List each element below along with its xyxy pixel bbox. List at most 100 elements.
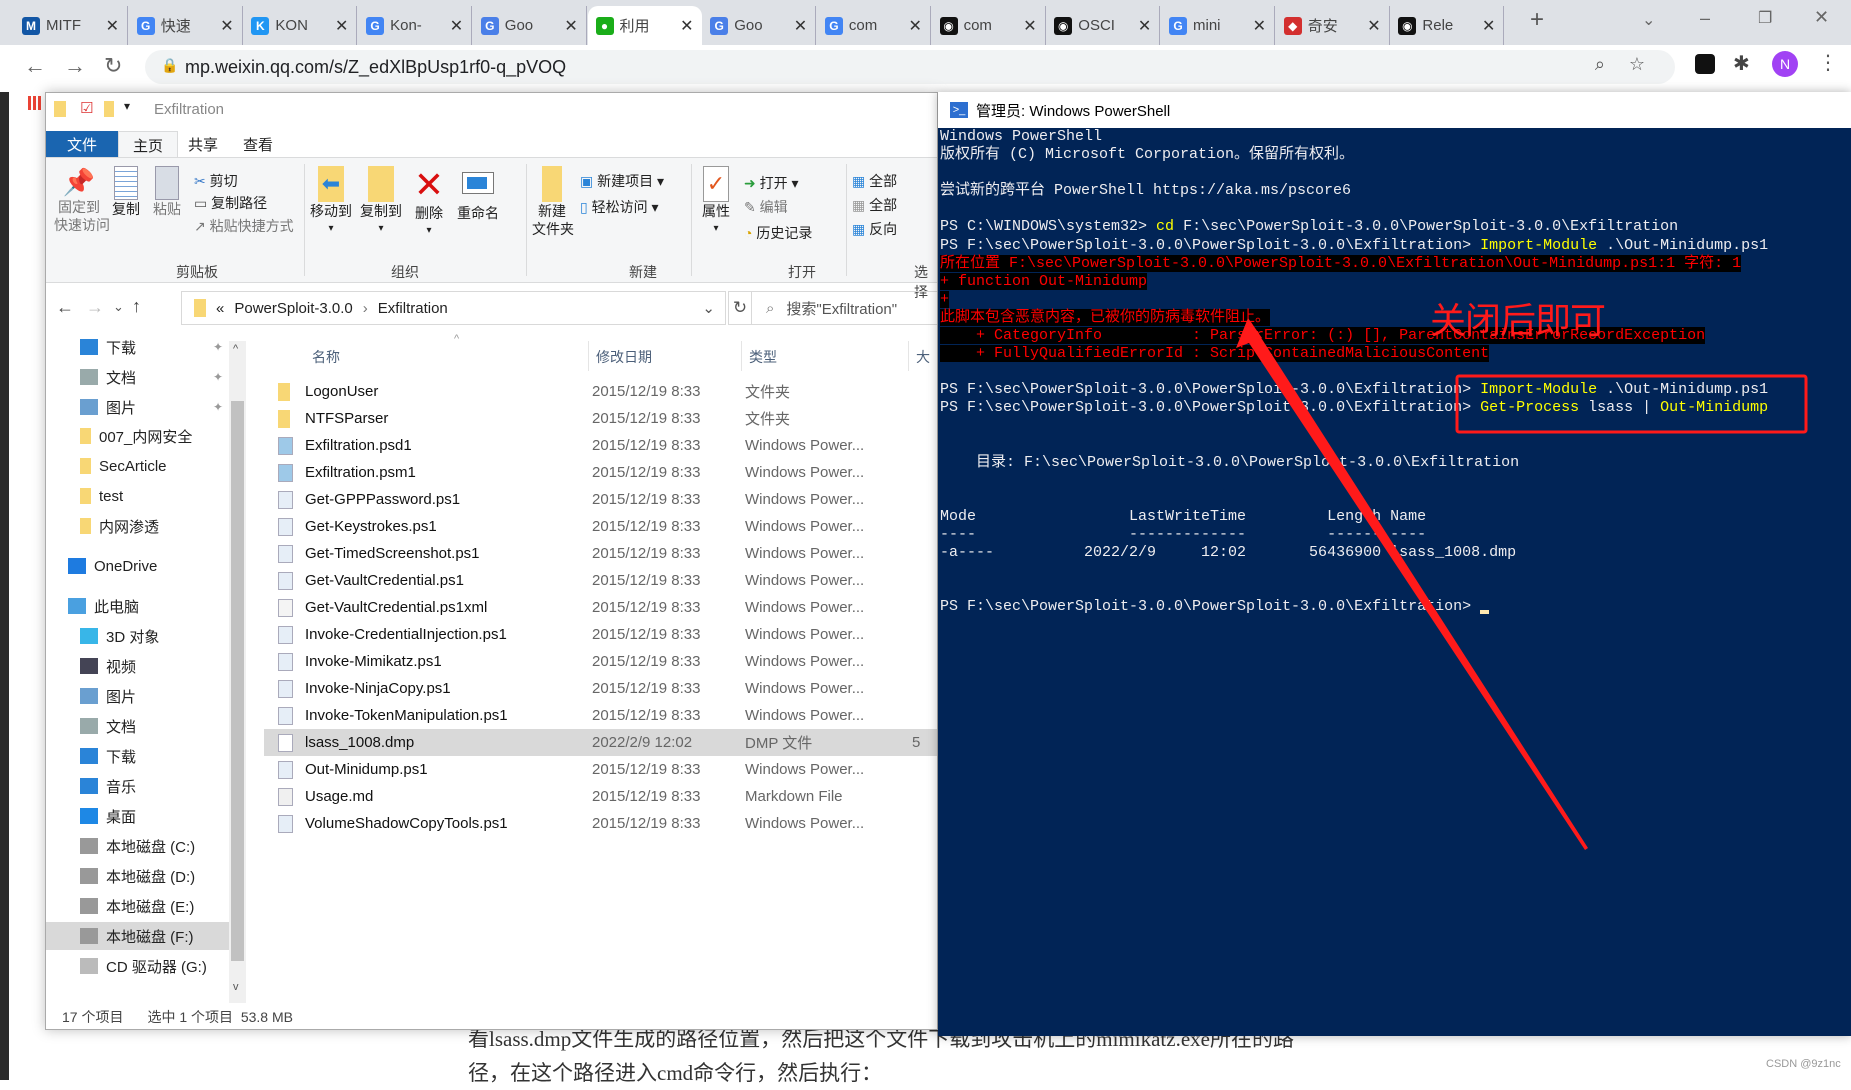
tab-close-icon[interactable]: ✕ — [450, 16, 463, 36]
tab-close-icon[interactable]: ✕ — [680, 16, 693, 36]
tab-close-icon[interactable]: ✕ — [106, 16, 119, 36]
maximize-button[interactable]: ❐ — [1758, 8, 1772, 28]
back-button[interactable]: ← — [24, 53, 46, 79]
tab-view[interactable]: 查看 — [229, 131, 287, 157]
file-row[interactable]: Exfiltration.psd1 2015/12/19 8:33 Windows … — [264, 432, 937, 459]
scroll-down-icon[interactable]: v — [233, 981, 239, 993]
column-header-name[interactable]: 名称 — [312, 347, 340, 367]
tab-close-icon[interactable]: ✕ — [908, 16, 921, 36]
pin-icon[interactable]: ✦ — [213, 400, 223, 414]
address-bar[interactable]: 🔒 mp.weixin.qq.com/s/Z_edXlBpUsp1rf0-q_p… — [145, 50, 1675, 84]
copy-path-button[interactable]: ▭ 复制路径 — [194, 194, 267, 212]
tab-close-icon[interactable]: ✕ — [564, 16, 577, 36]
file-row[interactable]: Get-Keystrokes.ps1 2015/12/19 8:33 Windows… — [264, 513, 937, 540]
nav-item[interactable]: CD 驱动器 (G:) — [46, 952, 229, 980]
forward-button[interactable]: → — [86, 297, 104, 318]
tab-close-icon[interactable]: ✕ — [1482, 16, 1495, 36]
file-row[interactable]: NTFSParser 2015/12/19 8:33 文件夹 — [264, 405, 937, 432]
file-row[interactable]: Exfiltration.psm1 2015/12/19 8:33 Windows … — [264, 459, 937, 486]
browser-tab[interactable]: ◆ 奇安 ✕ — [1276, 6, 1390, 45]
scrollbar-thumb[interactable] — [231, 401, 244, 961]
search-box[interactable]: ⌕ 搜索"Exfiltration" — [751, 291, 937, 325]
nav-item[interactable]: 此电脑 — [46, 592, 229, 620]
nav-item[interactable]: 音乐 — [46, 772, 229, 800]
delete-button[interactable]: ✕ 删除 ▾ — [411, 166, 447, 240]
nav-item[interactable]: 文档 ✦ — [46, 363, 229, 391]
browser-tab[interactable]: G Goo ✕ — [702, 6, 817, 45]
browser-tab[interactable]: G Goo ✕ — [473, 6, 587, 45]
file-row[interactable]: Invoke-TokenManipulation.ps1 2015/12/19 8… — [264, 702, 937, 729]
nav-item[interactable]: 本地磁盘 (E:) — [46, 892, 229, 920]
nav-item[interactable]: 本地磁盘 (D:) — [46, 862, 229, 890]
nav-item[interactable]: 内网渗透 — [46, 512, 229, 540]
extension-icon[interactable] — [1695, 54, 1715, 74]
menu-icon[interactable]: ⋮ — [1818, 50, 1838, 75]
select-all-button[interactable]: ▦ 全部 — [852, 172, 897, 190]
select-none-button[interactable]: ▦ 全部 — [852, 196, 897, 214]
refresh-button[interactable]: ↻ — [728, 291, 752, 325]
nav-item[interactable]: 3D 对象 — [46, 622, 229, 650]
file-row[interactable]: Get-GPPPassword.ps1 2015/12/19 8:33 Window… — [264, 486, 937, 513]
tab-search-chevron-icon[interactable]: ⌄ — [1642, 10, 1655, 30]
properties-button[interactable]: ✓ 属性 ▾ — [698, 166, 734, 238]
copy-to-button[interactable]: 复制到 ▾ — [358, 166, 404, 238]
browser-tab[interactable]: ◉ Rele ✕ — [1390, 6, 1505, 45]
paste-shortcut-button[interactable]: ↗ 粘贴快捷方式 — [194, 217, 294, 235]
tab-close-icon[interactable]: ✕ — [794, 16, 807, 36]
nav-item[interactable]: SecArticle — [46, 452, 229, 480]
tab-share[interactable]: 共享 — [174, 131, 232, 157]
recent-locations-icon[interactable]: ⌄ — [113, 299, 124, 315]
browser-tab[interactable]: M MITF ✕ — [14, 6, 128, 45]
nav-item[interactable]: 本地磁盘 (C:) — [46, 832, 229, 860]
file-row[interactable]: Get-TimedScreenshot.ps1 2015/12/19 8:33 Wi… — [264, 540, 937, 567]
file-row[interactable]: Usage.md 2015/12/19 8:33 Markdown File — [264, 783, 937, 810]
tab-close-icon[interactable]: ✕ — [1367, 16, 1380, 36]
apps-grid-icon[interactable] — [28, 96, 42, 110]
nav-item[interactable]: 本地磁盘 (F:) — [46, 922, 229, 950]
tab-home[interactable]: 主页 — [118, 131, 179, 157]
browser-tab[interactable]: Gmini ✕ — [1161, 6, 1275, 45]
history-button[interactable]: ◔ 历史记录 — [744, 224, 812, 242]
tab-close-icon[interactable]: ✕ — [220, 16, 233, 36]
file-row[interactable]: Invoke-Mimikatz.ps1 2015/12/19 8:33 Window… — [264, 648, 937, 675]
properties-quick-icon[interactable]: ☑ — [80, 99, 93, 117]
nav-item[interactable]: 桌面 — [46, 802, 229, 830]
explorer-address-bar[interactable]: « PowerSploit-3.0.0 › Exfiltration ⌄ — [181, 291, 726, 325]
nav-item[interactable]: 下载 — [46, 742, 229, 770]
browser-tab[interactable]: K KON ✕ — [243, 6, 358, 45]
pin-quick-access-button[interactable]: 📌 固定到 快速访问 — [54, 166, 110, 234]
file-row[interactable]: VolumeShadowCopyTools.ps1 2015/12/19 8:33… — [264, 810, 937, 837]
tab-close-icon[interactable]: ✕ — [1138, 16, 1151, 36]
nav-scrollbar[interactable]: ^ v — [229, 341, 246, 1003]
nav-item[interactable]: OneDrive — [46, 552, 229, 580]
nav-item[interactable]: 文档 — [46, 712, 229, 740]
quick-access-dropdown-icon[interactable]: ▾ — [124, 99, 130, 113]
up-button[interactable]: ↑ — [132, 296, 141, 317]
file-row[interactable]: Invoke-CredentialInjection.ps1 2015/12/19… — [264, 621, 937, 648]
nav-item[interactable]: 图片 — [46, 682, 229, 710]
column-header-size[interactable]: 大 — [916, 347, 930, 367]
new-folder-quick-icon[interactable] — [104, 101, 114, 117]
new-folder-button[interactable]: 新建 文件夹 — [532, 166, 574, 238]
file-row[interactable]: Get-VaultCredential.ps1xml 2015/12/19 8:3… — [264, 594, 937, 621]
paste-button[interactable]: 粘贴 — [149, 166, 185, 218]
file-row[interactable]: Get-VaultCredential.ps1 2015/12/19 8:33 Wi… — [264, 567, 937, 594]
close-window-button[interactable]: ✕ — [1814, 7, 1829, 28]
scroll-up-icon[interactable]: ^ — [233, 343, 238, 355]
nav-item[interactable]: test — [46, 482, 229, 510]
tab-close-icon[interactable]: ✕ — [1253, 16, 1266, 36]
new-item-button[interactable]: ▣ 新建项目 ▾ — [580, 172, 664, 190]
pin-icon[interactable]: ✦ — [213, 340, 223, 354]
puzzle-icon[interactable]: ✱ — [1733, 51, 1750, 76]
browser-tab[interactable]: ◉ OSCI ✕ — [1046, 6, 1161, 45]
rename-button[interactable]: 重命名 — [454, 166, 502, 222]
column-header-date[interactable]: 修改日期 — [596, 347, 652, 367]
browser-tab[interactable]: ◉ com ✕ — [932, 6, 1046, 45]
browser-tab[interactable]: G 快速 ✕ — [129, 6, 243, 45]
pin-icon[interactable]: ✦ — [213, 370, 223, 384]
browser-tab[interactable]: G Kon- ✕ — [358, 6, 473, 45]
star-icon[interactable]: ☆ — [1629, 54, 1645, 75]
tab-close-icon[interactable]: ✕ — [335, 16, 348, 36]
open-button[interactable]: ➜ 打开 ▾ — [744, 174, 799, 192]
nav-item[interactable]: 视频 — [46, 652, 229, 680]
